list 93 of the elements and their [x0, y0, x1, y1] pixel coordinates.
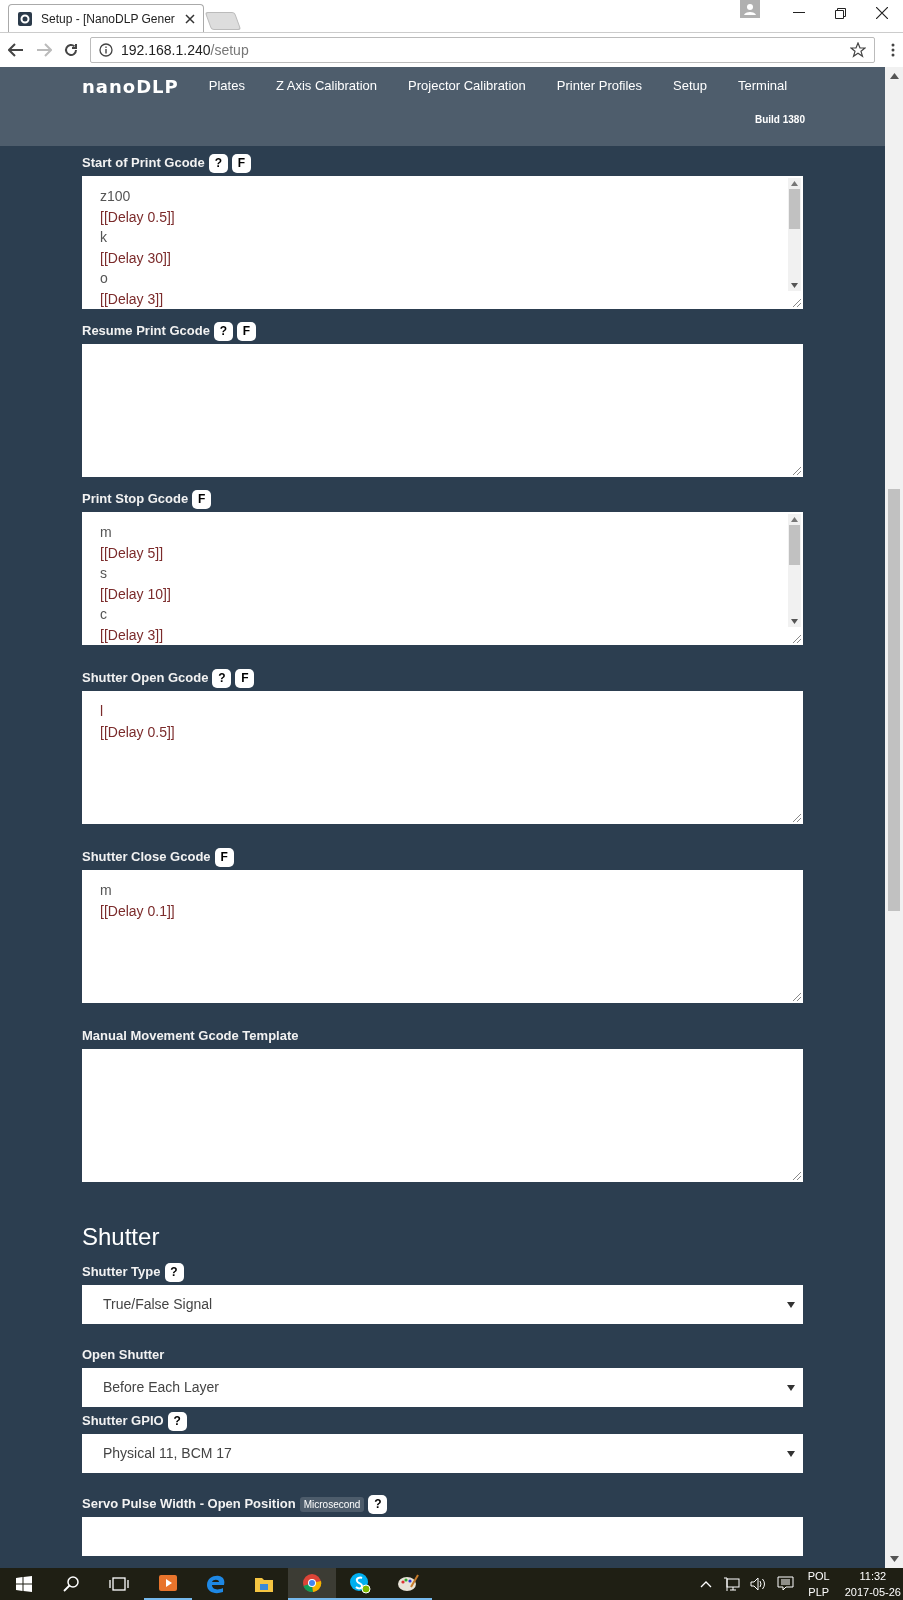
help-badge[interactable]: ? [167, 1411, 187, 1431]
help-badge[interactable]: ? [212, 668, 232, 688]
folder-icon [254, 1575, 274, 1593]
arrow-up-icon[interactable] [791, 517, 798, 522]
chevron-up-icon[interactable] [699, 1580, 712, 1588]
gcode-field[interactable]: m [[Delay 5]] s [[Delay 10]] c [[Delay 3]] [82, 512, 803, 645]
restore-icon[interactable] [835, 8, 846, 19]
select-field[interactable]: True/False Signal [82, 1285, 803, 1324]
help-badge[interactable]: F [231, 153, 251, 173]
info-icon [99, 43, 113, 57]
nav-link[interactable]: Projector Calibration [408, 76, 526, 96]
field-label: Shutter Close Gcode [82, 848, 211, 867]
edge-icon [206, 1574, 226, 1594]
arrow-up-icon[interactable] [889, 73, 899, 79]
caret-icon [787, 1301, 795, 1308]
scrollbar-thumb[interactable] [789, 525, 800, 565]
unit-badge: Microsecond [299, 1496, 365, 1512]
help-badge[interactable]: F [236, 321, 256, 341]
palette-icon [397, 1573, 419, 1593]
taskbar-app[interactable] [288, 1568, 336, 1600]
resize-handle-icon[interactable] [792, 466, 801, 475]
arrow-up-icon[interactable] [791, 181, 798, 186]
field-label: Print Stop Gcode [82, 490, 189, 509]
close-icon[interactable] [876, 7, 888, 19]
notification-icon[interactable] [776, 1576, 794, 1592]
browser-tab[interactable]: Setup - [NanoDLP Gener [8, 4, 204, 32]
start-icon[interactable] [16, 1576, 32, 1592]
field-label: Shutter Open Gcode [82, 669, 209, 688]
star-icon[interactable] [850, 42, 866, 58]
keyboard-layout[interactable]: PLP [808, 1584, 830, 1600]
close-icon[interactable] [185, 13, 195, 24]
help-badge[interactable]: F [214, 847, 234, 867]
scrollbar-thumb[interactable] [888, 489, 900, 911]
resize-handle-icon[interactable] [792, 1171, 801, 1180]
network-icon[interactable] [722, 1576, 740, 1592]
build-label: Build 1380 [754, 113, 805, 127]
gcode-field[interactable]: m [[Delay 0.1]] [82, 870, 803, 1003]
tab-title: Setup - [NanoDLP Gener [41, 10, 176, 28]
nav-link[interactable]: Plates [208, 76, 245, 96]
resize-handle-icon[interactable] [792, 813, 801, 822]
nav-link[interactable]: Terminal [738, 76, 788, 96]
help-badge[interactable]: ? [164, 1262, 184, 1282]
gcode-field[interactable]: l [[Delay 0.5]] [82, 691, 803, 824]
app-icon [17, 10, 33, 27]
field-label: Open Shutter [82, 1346, 165, 1365]
arrow-down-icon[interactable] [791, 619, 798, 624]
gcode-field[interactable]: z100 [[Delay 0.5]] k [[Delay 30]] o [[Delay 3]] [82, 176, 803, 309]
resize-handle-icon[interactable] [792, 634, 801, 643]
field-label: Manual Movement Gcode Template [82, 1027, 299, 1046]
arrow-down-icon[interactable] [889, 1556, 899, 1562]
scrollbar[interactable] [788, 178, 801, 291]
volume-icon[interactable] [749, 1577, 767, 1591]
gcode-field[interactable] [82, 344, 803, 477]
field-label: Shutter GPIO [82, 1412, 164, 1431]
search-icon[interactable] [63, 1576, 79, 1592]
menu-icon[interactable] [891, 43, 895, 57]
caret-icon [787, 1384, 795, 1391]
section-heading: Shutter [82, 1222, 161, 1252]
input-field[interactable] [82, 1517, 803, 1556]
back-icon[interactable] [8, 43, 24, 57]
nav-link[interactable]: Printer Profiles [556, 76, 643, 96]
select-field[interactable]: Physical 11, BCM 17 [82, 1434, 803, 1473]
nav-link[interactable]: Setup [673, 76, 708, 96]
task-view-icon[interactable] [109, 1576, 129, 1592]
logo[interactable]: nanoDLP [82, 72, 179, 100]
help-badge[interactable]: F [235, 668, 255, 688]
field-label: Resume Print Gcode [82, 322, 210, 341]
field-label: Start of Print Gcode [82, 154, 205, 173]
help-badge[interactable]: ? [368, 1494, 388, 1514]
minimize-icon[interactable] [793, 12, 805, 14]
help-badge[interactable]: ? [208, 153, 228, 173]
help-badge[interactable]: F [192, 489, 212, 509]
chrome-icon [302, 1573, 322, 1593]
language-indicator[interactable]: POL [807, 1568, 830, 1584]
nav-link[interactable]: Z Axis Calibration [275, 76, 378, 96]
address-field[interactable]: 192.168.1.240/setup [90, 37, 875, 63]
clock-date[interactable]: 2017-05-26 [844, 1584, 901, 1600]
select-field[interactable]: Before Each Layer [82, 1368, 803, 1407]
reload-icon[interactable] [64, 43, 78, 57]
field-label: Shutter Type [82, 1263, 161, 1282]
scrollbar-thumb[interactable] [789, 189, 800, 229]
chat-icon [349, 1572, 371, 1594]
caret-icon [787, 1450, 795, 1457]
help-badge[interactable]: ? [213, 321, 233, 341]
arrow-down-icon[interactable] [791, 283, 798, 288]
gcode-field[interactable] [82, 1049, 803, 1182]
clock-time[interactable]: 11:32 [859, 1568, 887, 1584]
scrollbar[interactable] [788, 514, 801, 627]
media-player-icon [158, 1573, 178, 1593]
field-label: Servo Pulse Width - Open Position [82, 1495, 296, 1514]
resize-handle-icon[interactable] [792, 992, 801, 1001]
scrollbar[interactable] [885, 67, 903, 1568]
resize-handle-icon[interactable] [792, 298, 801, 307]
